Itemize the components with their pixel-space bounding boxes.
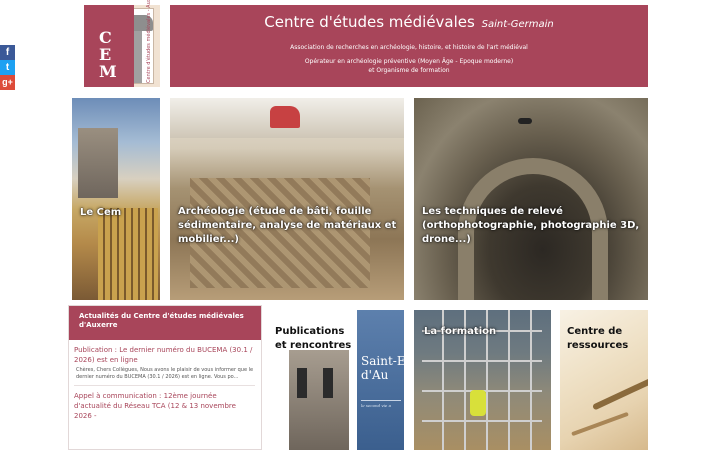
tile-techniques-releve[interactable]: Les techniques de relevé (orthophotograp… xyxy=(414,98,648,300)
header-banner: Centre d'études médiévales Saint-Germain… xyxy=(170,5,648,87)
logo-letters-text: CEM xyxy=(99,28,117,81)
news-item-title[interactable]: Appel à communication : 12ème journée d'… xyxy=(74,391,255,421)
timber-house-image xyxy=(98,208,158,300)
news-item: Publication : Le dernier numéro du BUCEM… xyxy=(69,340,261,386)
site-subtitle: Saint-Germain xyxy=(481,19,554,30)
book-cover-title: Saint-E d'Au xyxy=(361,354,404,382)
logo-side-text: Centre d'études médiévales - Auxerre xyxy=(146,0,152,83)
header-description-1: Association de recherches en archéologie… xyxy=(290,44,528,51)
tile-ressources[interactable]: Centre de ressources xyxy=(560,310,648,450)
drone-image xyxy=(518,118,532,124)
header-description-3: et Organisme de formation xyxy=(368,67,450,74)
tile-publications[interactable]: Saint-E d'Au le second vie a Publication… xyxy=(267,310,404,450)
tile-le-cem-label: Le Cem xyxy=(80,207,122,218)
news-item-excerpt: Chères, Chers Collègues, Nous avons le p… xyxy=(76,367,254,380)
tile-formation[interactable]: La formation xyxy=(414,310,551,450)
tile-ressources-label: Centre de ressources xyxy=(567,326,629,351)
manuscript-stroke-image xyxy=(592,375,648,411)
googleplus-icon[interactable]: g+ xyxy=(0,75,15,90)
tile-publications-label: Publications et rencontres xyxy=(275,326,352,351)
news-panel: Actualités du Centre d'études médiévales… xyxy=(68,305,262,450)
news-item: Appel à communication : 12ème journée d'… xyxy=(69,386,261,421)
manuscript-stroke-image xyxy=(571,411,629,437)
twitter-icon[interactable]: t xyxy=(0,60,15,75)
church-tower-image xyxy=(78,128,118,198)
site-title[interactable]: Centre d'études médiévales Saint-Germain xyxy=(170,13,648,34)
social-share-bar: f t g+ xyxy=(0,45,15,90)
tile-formation-label: La formation xyxy=(424,326,497,337)
tile-techniques-label: Les techniques de relevé (orthophotograp… xyxy=(422,206,640,245)
tile-archeologie-label: Archéologie (étude de bâti, fouille sédi… xyxy=(178,206,397,245)
book-cover-rule xyxy=(361,400,401,401)
tile-le-cem[interactable]: Le Cem xyxy=(72,98,160,300)
facebook-icon[interactable]: f xyxy=(0,45,15,60)
cathedral-image xyxy=(289,350,349,450)
logo-letters: CEM xyxy=(94,28,117,81)
worker-vest-image xyxy=(470,390,486,416)
site-logo[interactable]: CEM Centre d'études médiévales - Auxerre xyxy=(84,0,160,87)
site-title-text: Centre d'études médiévales xyxy=(264,13,475,31)
news-item-title[interactable]: Publication : Le dernier numéro du BUCEM… xyxy=(74,345,255,365)
page: f t g+ CEM Centre d'études médiévales - … xyxy=(0,0,720,450)
tile-archeologie[interactable]: Archéologie (étude de bâti, fouille sédi… xyxy=(170,98,404,300)
book-cover-note: le second vie a xyxy=(361,403,391,408)
header-description-2: Opérateur en archéologie préventive (Moy… xyxy=(304,58,514,65)
red-car-image xyxy=(270,106,300,128)
news-heading: Actualités du Centre d'études médiévales… xyxy=(69,306,261,340)
